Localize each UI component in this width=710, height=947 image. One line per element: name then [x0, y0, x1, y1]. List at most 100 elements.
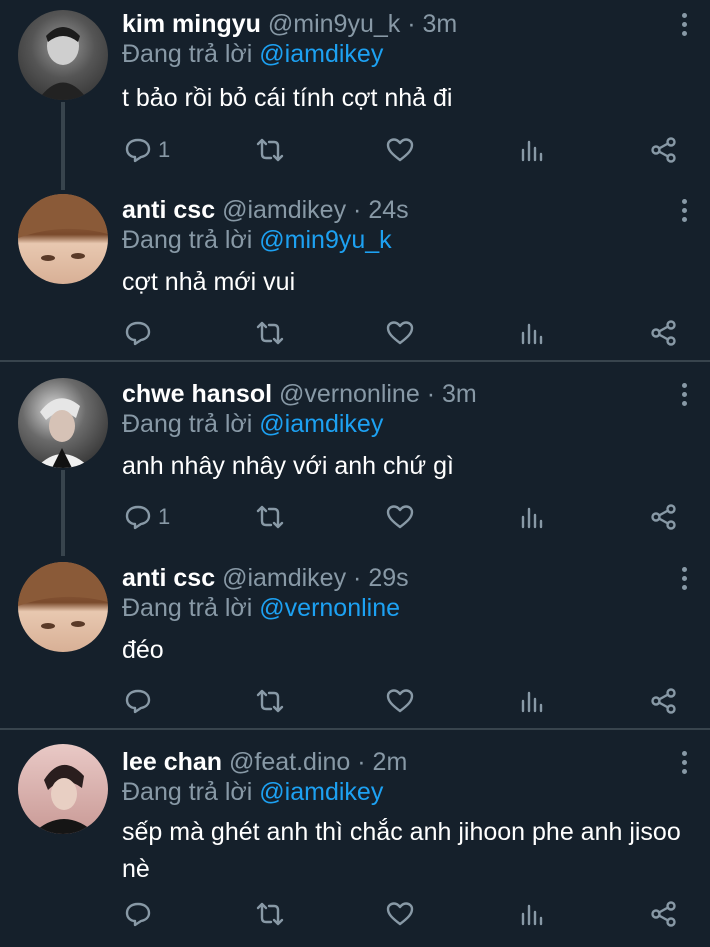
retweet-button[interactable] [256, 130, 284, 170]
mention-link[interactable]: @iamdikey [259, 40, 383, 68]
more-options-icon[interactable] [670, 742, 698, 782]
user-handle[interactable]: @iamdikey [222, 196, 346, 224]
display-name[interactable]: anti csc [122, 564, 215, 592]
analytics-button[interactable] [518, 681, 546, 721]
user-handle[interactable]: @min9yu_k [268, 10, 400, 38]
display-name[interactable]: kim mingyu [122, 10, 261, 38]
action-bar [0, 681, 710, 721]
retweet-button[interactable] [256, 894, 284, 934]
like-button[interactable] [386, 681, 414, 721]
share-button[interactable] [650, 497, 678, 537]
replying-to: Đang trả lời @vernonline [122, 594, 400, 623]
separator-dot: · [426, 380, 436, 408]
tweet-text: cợt nhả mới vui [122, 268, 296, 296]
tweet[interactable]: anti csc @iamdikey · 29s Đang trả lời @v… [0, 558, 710, 728]
analytics-button[interactable] [518, 497, 546, 537]
retweet-button[interactable] [256, 497, 284, 537]
share-icon [651, 688, 676, 714]
analytics-icon [521, 691, 543, 713]
timestamp[interactable]: 24s [368, 196, 408, 224]
divider [0, 728, 710, 730]
reply-button[interactable] [124, 894, 158, 934]
action-bar [0, 894, 710, 934]
share-icon [651, 137, 676, 163]
more-options-icon[interactable] [670, 558, 698, 598]
reply-count: 1 [158, 504, 171, 529]
user-handle[interactable]: @vernonline [279, 380, 420, 408]
like-button[interactable] [386, 130, 414, 170]
retweet-icon [256, 138, 284, 162]
display-name[interactable]: chwe hansol [122, 380, 272, 408]
reply-icon [125, 138, 151, 163]
analytics-icon [521, 904, 543, 926]
analytics-button[interactable] [518, 130, 546, 170]
analytics-button[interactable] [518, 313, 546, 353]
tweet[interactable]: kim mingyu @min9yu_k · 3m Đang trả lời @… [0, 0, 710, 190]
more-options-icon[interactable] [670, 374, 698, 414]
user-handle[interactable]: @iamdikey [222, 564, 346, 592]
analytics-icon [521, 140, 543, 162]
tweet-header: lee chan @feat.dino · 2m [122, 742, 407, 782]
share-icon [651, 504, 676, 530]
like-icon [386, 505, 414, 529]
avatar[interactable] [18, 194, 108, 284]
avatar[interactable] [18, 10, 108, 100]
avatar[interactable] [18, 744, 108, 834]
separator-dot: · [357, 748, 366, 776]
user-handle[interactable]: @feat.dino [229, 748, 350, 776]
replying-to-label: Đang trả lời [122, 410, 253, 438]
analytics-icon [521, 323, 543, 345]
reply-button[interactable]: 1 [124, 130, 170, 170]
mention-link[interactable]: @min9yu_k [259, 226, 391, 254]
like-button[interactable] [386, 313, 414, 353]
reply-thread-feed: kim mingyu @min9yu_k · 3m Đang trả lời @… [0, 0, 710, 947]
more-options-icon[interactable] [670, 4, 698, 44]
mention-link[interactable]: @vernonline [259, 594, 400, 622]
retweet-icon [256, 321, 284, 345]
retweet-button[interactable] [256, 681, 284, 721]
share-button[interactable] [650, 894, 678, 934]
retweet-icon [256, 902, 284, 926]
like-icon [386, 689, 414, 713]
like-button[interactable] [386, 894, 414, 934]
timestamp[interactable]: 3m [422, 10, 457, 38]
like-button[interactable] [386, 497, 414, 537]
timestamp[interactable]: 3m [442, 380, 477, 408]
reply-button[interactable]: 1 [124, 497, 170, 537]
avatar[interactable] [18, 378, 108, 468]
share-button[interactable] [650, 130, 678, 170]
retweet-icon [256, 505, 284, 529]
share-button[interactable] [650, 313, 678, 353]
mention-link[interactable]: @iamdikey [259, 778, 383, 806]
share-icon [651, 320, 676, 346]
mention-link[interactable]: @iamdikey [259, 410, 383, 438]
reply-icon [125, 505, 151, 530]
display-name[interactable]: lee chan [122, 748, 222, 776]
action-bar: 1 [0, 497, 710, 537]
share-button[interactable] [650, 681, 678, 721]
display-name[interactable]: anti csc [122, 196, 215, 224]
tweet-header: anti csc @iamdikey · 24s [122, 190, 409, 230]
reply-button[interactable] [124, 313, 158, 353]
analytics-button[interactable] [518, 894, 546, 934]
replying-to: Đang trả lời @iamdikey [122, 778, 383, 807]
tweet[interactable]: lee chan @feat.dino · 2m Đang trả lời @i… [0, 742, 710, 947]
tweet-text: anh nhây nhây với anh chứ gì [122, 452, 454, 480]
reply-button[interactable] [124, 681, 158, 721]
reply-icon [125, 689, 151, 714]
timestamp[interactable]: 2m [373, 748, 408, 776]
avatar[interactable] [18, 562, 108, 652]
action-bar [0, 313, 710, 353]
more-options-icon[interactable] [670, 190, 698, 230]
tweet[interactable]: chwe hansol @vernonline · 3m Đang trả lờ… [0, 374, 710, 556]
timestamp[interactable]: 29s [368, 564, 408, 592]
tweet-text: t bảo rồi bỏ cái tính cợt nhả đi [122, 84, 453, 112]
tweet-header: chwe hansol @vernonline · 3m [122, 374, 477, 414]
share-icon [651, 901, 676, 927]
analytics-icon [521, 507, 543, 529]
tweet[interactable]: anti csc @iamdikey · 24s Đang trả lời @m… [0, 190, 710, 360]
like-icon [386, 138, 414, 162]
retweet-icon [256, 689, 284, 713]
reply-icon [125, 321, 151, 346]
retweet-button[interactable] [256, 313, 284, 353]
